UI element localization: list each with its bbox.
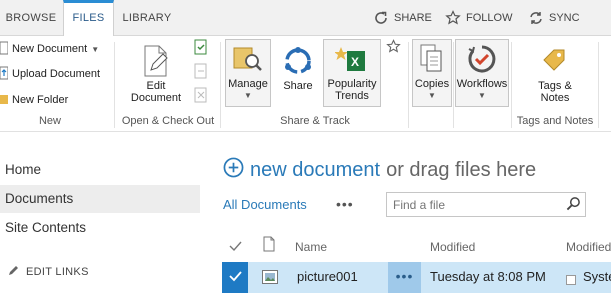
group-label-open-checkout: Open & Check Out [121, 115, 215, 127]
nav-item-documents[interactable]: Documents [0, 185, 200, 213]
group-label-new: New [38, 115, 61, 127]
manage-button[interactable]: Manage ▼ [225, 39, 271, 107]
sync-icon [528, 10, 544, 26]
check-out-icon[interactable] [193, 39, 209, 60]
row-modified-by-cell: Syste [583, 269, 611, 284]
share-action[interactable]: SHARE [373, 0, 432, 36]
column-header-name[interactable]: Name [295, 240, 327, 254]
tags-notes-label-2: Notes [540, 92, 570, 104]
group-label-tags-notes: Tags and Notes [516, 115, 594, 127]
chevron-down-icon: ▼ [478, 91, 486, 100]
drag-files-text: or drag files here [386, 159, 537, 181]
ribbon-divider [114, 42, 115, 128]
chevron-down-icon: ▼ [428, 91, 436, 100]
share-ribbon-icon [278, 42, 318, 80]
new-document-prompt: new document or drag files here [223, 157, 536, 184]
new-document-link[interactable]: new document [250, 159, 380, 182]
ribbon-divider [220, 42, 221, 128]
view-options-ellipsis[interactable]: ••• [336, 196, 354, 212]
row-name-cell[interactable]: picture001 [297, 269, 358, 284]
edit-document-icon [124, 42, 188, 80]
pencil-icon [8, 264, 20, 279]
share-ribbon-label: Share [283, 80, 313, 92]
add-circle-icon[interactable] [223, 157, 244, 184]
new-folder-button[interactable]: New Folder [0, 91, 68, 109]
new-document-label: New Document [12, 43, 88, 55]
workflows-label: Workflows [456, 78, 508, 90]
manage-icon [226, 40, 270, 78]
group-label-share-track: Share & Track [280, 115, 350, 127]
chevron-down-icon: ▼ [91, 44, 100, 54]
edit-document-label-2: Document [130, 92, 182, 104]
view-all-documents[interactable]: All Documents [223, 197, 307, 212]
discard-checkout-icon [193, 87, 209, 108]
search-input[interactable] [386, 192, 586, 217]
star-icon [445, 10, 461, 26]
folder-icon [0, 93, 8, 108]
select-all-checkmark-icon[interactable] [229, 239, 242, 257]
upload-document-label: Upload Document [12, 68, 101, 80]
star-icon[interactable] [386, 39, 401, 59]
tab-browse[interactable]: BROWSE [0, 0, 62, 36]
new-folder-label: New Folder [12, 94, 69, 106]
ribbon: New Document ▼ Upload Document New Folde… [0, 36, 611, 132]
copies-icon [413, 40, 451, 78]
follow-action[interactable]: FOLLOW [445, 0, 512, 36]
popularity-label-1: Popularity [327, 78, 377, 90]
edit-links-button[interactable]: EDIT LINKS [8, 264, 89, 279]
tag-icon [528, 42, 582, 80]
copies-button[interactable]: Copies ▼ [412, 39, 452, 107]
workflows-icon [456, 40, 508, 78]
checkmark-icon [228, 269, 242, 287]
share-icon [373, 10, 389, 26]
check-in-icon [193, 63, 209, 84]
workflows-button[interactable]: Workflows ▼ [455, 39, 509, 107]
svg-text:X: X [351, 55, 359, 69]
column-header-modified[interactable]: Modified [430, 240, 475, 254]
share-ribbon-button[interactable]: Share [278, 42, 318, 92]
popularity-trends-icon: X [324, 40, 380, 78]
sync-action[interactable]: SYNC [528, 0, 580, 36]
nav-item-site-contents[interactable]: Site Contents [0, 214, 200, 242]
upload-document-button[interactable]: Upload Document [0, 65, 100, 83]
ribbon-tab-bar: BROWSE FILES LIBRARY SHARE FOLLOW SYNC [0, 0, 611, 37]
new-document-button[interactable]: New Document ▼ [0, 40, 99, 58]
nav-item-home[interactable]: Home [0, 156, 200, 184]
row-checkbox[interactable] [222, 262, 248, 293]
ribbon-divider [453, 42, 454, 128]
tags-notes-button[interactable]: Tags & Notes [528, 42, 582, 104]
copies-label: Copies [414, 78, 450, 90]
ribbon-divider [598, 42, 599, 128]
image-file-icon [262, 270, 278, 289]
popularity-label-2: Trends [335, 90, 369, 102]
share-label: SHARE [394, 12, 432, 24]
row-modified-cell: Tuesday at 8:08 PM [430, 269, 546, 284]
chevron-down-icon: ▼ [244, 91, 252, 100]
new-document-icon [0, 41, 9, 58]
edit-document-button[interactable]: Edit Document [124, 42, 188, 104]
tab-files[interactable]: FILES [63, 0, 114, 37]
tags-notes-label-1: Tags & [538, 80, 572, 92]
column-header-modified-by[interactable]: Modified [566, 240, 611, 254]
popularity-trends-button[interactable]: X Popularity Trends [323, 39, 381, 107]
ribbon-divider [408, 42, 409, 128]
edit-document-label-1: Edit [146, 80, 166, 92]
upload-icon [0, 66, 9, 83]
sync-label: SYNC [549, 12, 580, 24]
edit-links-label: EDIT LINKS [26, 265, 89, 278]
tab-library[interactable]: LIBRARY [114, 0, 180, 36]
follow-label: FOLLOW [466, 12, 513, 24]
file-type-icon [263, 236, 275, 257]
manage-label: Manage [228, 78, 268, 90]
presence-indicator-icon [566, 272, 576, 290]
row-ellipsis-button[interactable]: ••• [388, 262, 421, 293]
search-icon[interactable] [566, 196, 581, 216]
